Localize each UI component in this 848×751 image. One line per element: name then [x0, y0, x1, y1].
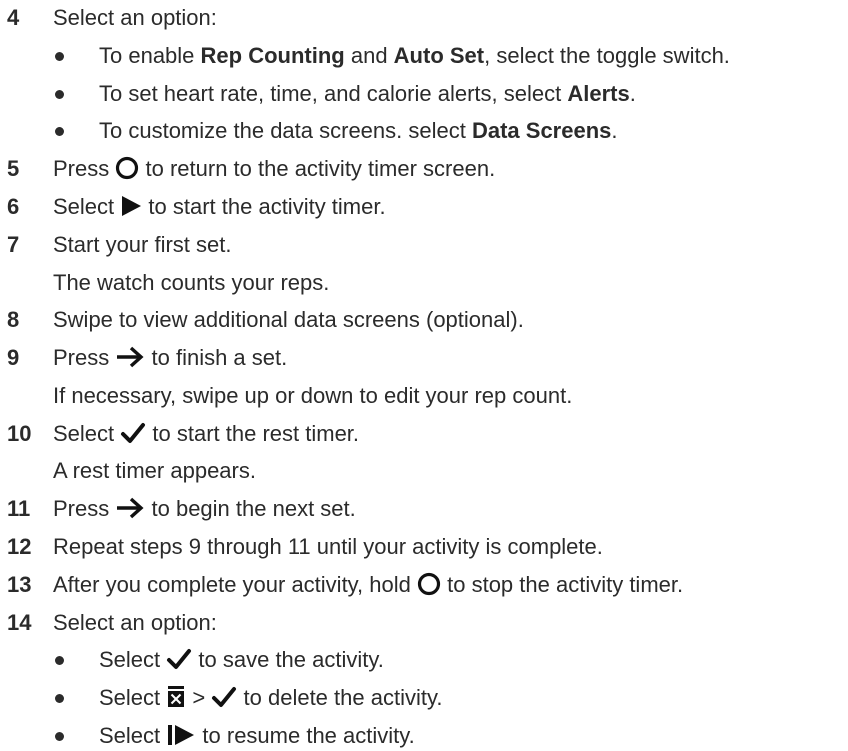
step-text: Press to begin the next set.	[53, 496, 356, 521]
step-number: 12	[7, 534, 32, 559]
play-icon	[122, 196, 142, 216]
manual-page: 4 Select an option: To enable Rep Counti…	[0, 0, 848, 751]
step-text: Press to return to the activity timer sc…	[53, 156, 496, 181]
bullet-text: Select to resume the activity.	[99, 723, 415, 748]
step-text: Repeat steps 9 through 11 until your act…	[53, 534, 603, 559]
bullet-text: To customize the data screens. select Da…	[99, 118, 618, 143]
alerts-label: Alerts	[567, 81, 630, 106]
circle-button-icon	[417, 572, 441, 596]
checkmark-icon	[167, 649, 192, 669]
step-number: 11	[7, 496, 31, 521]
bullet-text: Select to save the activity.	[99, 647, 384, 672]
step-text: Select to start the activity timer.	[53, 194, 386, 219]
step-text: Select an option:	[53, 5, 217, 30]
bullet-text: To enable Rep Counting and Auto Set, sel…	[99, 43, 730, 68]
step-number: 8	[7, 307, 20, 332]
step-text: After you complete your activity, hold t…	[53, 572, 684, 597]
right-arrow-icon	[117, 346, 144, 368]
step-result-text: The watch counts your reps.	[53, 270, 330, 295]
step-number: 4	[7, 5, 20, 30]
step-text: Swipe to view additional data screens (o…	[53, 307, 524, 332]
bullet-icon	[55, 127, 64, 136]
bullet-icon	[55, 656, 64, 665]
bullet-icon	[55, 52, 64, 61]
rep-counting-label: Rep Counting	[200, 43, 345, 68]
step-number: 13	[7, 572, 32, 597]
resume-icon	[168, 725, 195, 745]
step-number: 6	[7, 194, 20, 219]
step-text: Select an option:	[53, 610, 217, 635]
bullet-icon	[55, 694, 64, 703]
step-number: 10	[7, 421, 32, 446]
step-text: Press to finish a set.	[53, 345, 288, 370]
step-number: 5	[7, 156, 20, 181]
right-arrow-icon	[117, 497, 144, 519]
bullet-text: To set heart rate, time, and calorie ale…	[99, 81, 636, 106]
bullet-icon	[55, 732, 64, 741]
auto-set-label: Auto Set	[393, 43, 485, 68]
step-number: 9	[7, 345, 20, 370]
step-text: Start your first set.	[53, 232, 232, 257]
bullet-icon	[55, 90, 64, 99]
step-result-text: A rest timer appears.	[53, 458, 256, 483]
checkmark-icon	[212, 687, 237, 707]
step-text: Select to start the rest timer.	[53, 421, 360, 446]
data-screens-label: Data Screens	[471, 118, 612, 143]
bullet-text: Select > to delete the activity.	[99, 685, 443, 710]
trash-icon	[168, 686, 185, 707]
step-number: 7	[7, 232, 20, 257]
circle-button-icon	[116, 156, 139, 180]
checkmark-icon	[121, 423, 146, 443]
step-result-text: If necessary, swipe up or down to edit y…	[53, 383, 573, 408]
step-number: 14	[7, 610, 32, 635]
